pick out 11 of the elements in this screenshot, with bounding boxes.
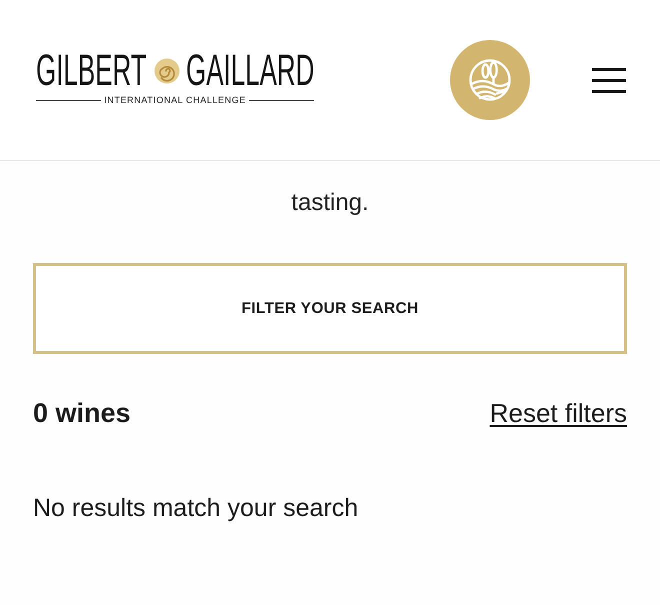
logo-wordmark: GAILLARD bbox=[186, 55, 314, 87]
logo-tagline: INTERNATIONAL CHALLENGE bbox=[104, 95, 246, 105]
spiral-icon bbox=[154, 58, 180, 84]
trees-over-fields-icon[interactable] bbox=[450, 40, 530, 120]
logo-wordmark: GILBERT bbox=[36, 55, 147, 87]
no-results-message: No results match your search bbox=[33, 493, 358, 524]
menu-icon[interactable] bbox=[592, 68, 626, 92]
filter-search-button[interactable]: FILTER YOUR SEARCH bbox=[33, 263, 627, 354]
results-count: 0 wines bbox=[33, 397, 131, 430]
intro-text: tasting. bbox=[291, 188, 369, 218]
reset-filters-link[interactable]: Reset filters bbox=[490, 398, 627, 429]
